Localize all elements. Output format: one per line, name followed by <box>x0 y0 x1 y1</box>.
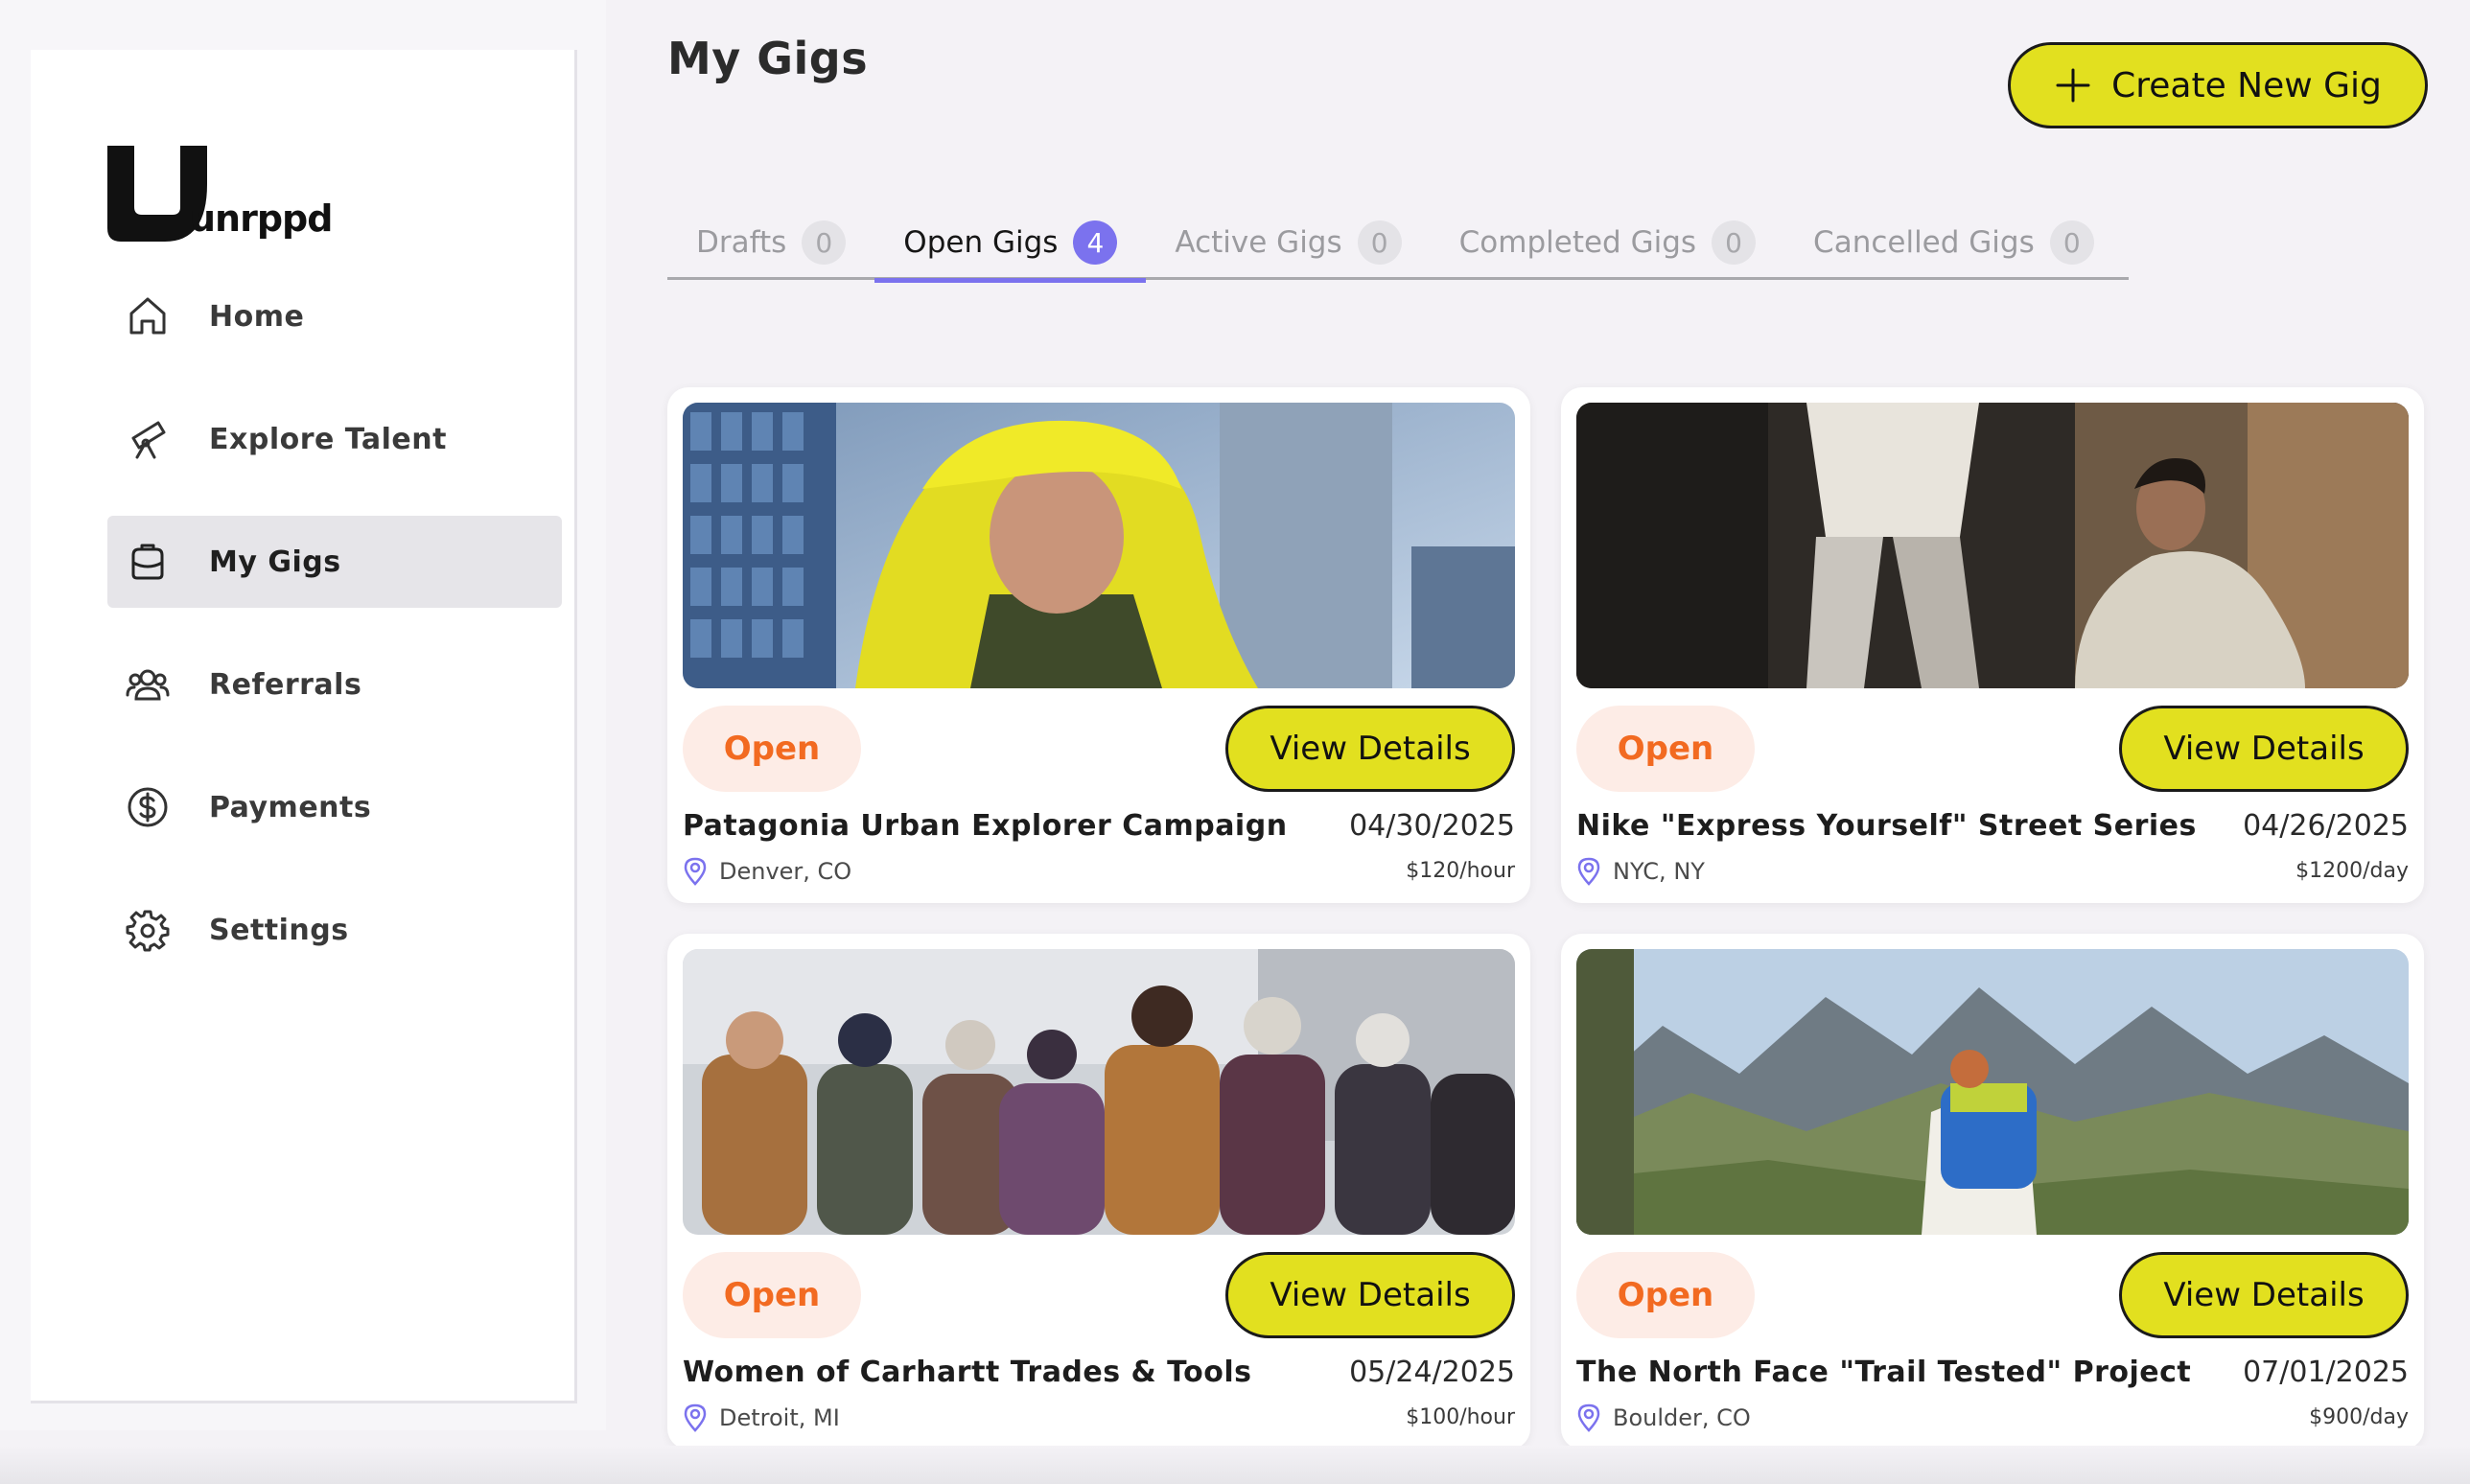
tab-completed-gigs[interactable]: Completed Gigs 0 <box>1431 205 1784 280</box>
brand-name: unrppd <box>190 197 333 240</box>
gear-icon <box>125 907 171 953</box>
view-details-button[interactable]: View Details <box>2119 706 2409 792</box>
gig-card[interactable]: Open View Details Patagonia Urban Explor… <box>667 387 1530 903</box>
sidebar-item-my-gigs[interactable]: My Gigs <box>107 516 562 608</box>
location-pin-icon <box>1577 857 1600 886</box>
gig-location-text: Boulder, CO <box>1613 1404 1751 1431</box>
gig-location-text: Detroit, MI <box>719 1404 840 1431</box>
sidebar-item-label: Home <box>209 299 305 334</box>
tab-open-gigs[interactable]: Open Gigs 4 <box>874 205 1147 283</box>
tab-label: Cancelled Gigs <box>1813 225 2035 260</box>
sidebar-item-label: Explore Talent <box>209 422 447 456</box>
sidebar-item-home[interactable]: Home <box>107 270 562 362</box>
create-new-gig-button[interactable]: Create New Gig <box>2008 42 2428 128</box>
status-badge: Open <box>683 1252 861 1338</box>
gig-location-text: Denver, CO <box>719 858 852 885</box>
gig-image <box>683 403 1515 688</box>
gig-date: 05/24/2025 <box>1349 1356 1515 1389</box>
gig-location: Detroit, MI <box>683 1403 840 1432</box>
sidebar-nav: Home Explore Talent My Gigs Referrals Pa… <box>107 270 562 1007</box>
gig-rate: $120/hour <box>1406 859 1515 883</box>
gig-location: Boulder, CO <box>1576 1403 1751 1432</box>
sidebar-item-label: Payments <box>209 790 372 824</box>
sidebar: unrppd Home Explore Talent My Gigs Refer… <box>31 50 577 1403</box>
telescope-icon <box>125 416 171 462</box>
tab-count-badge: 0 <box>2049 220 2094 265</box>
gig-location-text: NYC, NY <box>1613 858 1705 885</box>
create-new-gig-label: Create New Gig <box>2111 65 2382 105</box>
home-icon <box>125 293 171 339</box>
sidebar-item-label: Settings <box>209 913 349 947</box>
location-pin-icon <box>1577 1403 1600 1432</box>
sidebar-item-label: Referrals <box>209 667 362 702</box>
bottom-shadow <box>0 1446 2470 1484</box>
tab-count-badge: 0 <box>1357 220 1402 265</box>
status-badge: Open <box>1576 1252 1755 1338</box>
gig-date: 04/30/2025 <box>1349 809 1515 843</box>
dollar-circle-icon <box>125 784 171 830</box>
location-pin-icon <box>684 857 707 886</box>
tab-active-gigs[interactable]: Active Gigs 0 <box>1146 205 1430 280</box>
view-details-button[interactable]: View Details <box>1225 1252 1515 1338</box>
tab-cancelled-gigs[interactable]: Cancelled Gigs 0 <box>1784 205 2123 280</box>
status-badge: Open <box>683 706 861 792</box>
gig-date: 04/26/2025 <box>2243 809 2409 843</box>
gig-date: 07/01/2025 <box>2243 1356 2409 1389</box>
gig-card[interactable]: Open View Details Women of Carhartt Trad… <box>667 934 1530 1449</box>
tab-drafts[interactable]: Drafts 0 <box>667 205 874 280</box>
sidebar-item-explore-talent[interactable]: Explore Talent <box>107 393 562 485</box>
brand-logo[interactable]: unrppd <box>107 146 338 251</box>
status-badge: Open <box>1576 706 1755 792</box>
gig-rate: $1200/day <box>2295 859 2409 883</box>
tab-count-badge: 0 <box>1712 220 1757 265</box>
sidebar-item-referrals[interactable]: Referrals <box>107 638 562 730</box>
sidebar-item-payments[interactable]: Payments <box>107 761 562 853</box>
view-details-button[interactable]: View Details <box>2119 1252 2409 1338</box>
plus-icon <box>2056 68 2090 103</box>
gig-image <box>1576 949 2409 1235</box>
sidebar-item-label: My Gigs <box>209 545 341 579</box>
tab-count-badge: 4 <box>1073 220 1118 265</box>
gig-title: The North Face "Trail Tested" Project <box>1576 1356 2192 1389</box>
gig-image <box>1576 403 2409 688</box>
gig-title: Nike "Express Yourself" Street Series <box>1576 809 2197 843</box>
tab-label: Open Gigs <box>903 225 1059 260</box>
gig-location: Denver, CO <box>683 857 851 886</box>
gig-card[interactable]: Open View Details Nike "Express Yourself… <box>1561 387 2424 903</box>
gig-rate: $100/hour <box>1406 1405 1515 1429</box>
tab-label: Completed Gigs <box>1458 225 1697 260</box>
tab-label: Drafts <box>696 225 787 260</box>
gig-image <box>683 949 1515 1235</box>
gig-rate: $900/day <box>2309 1405 2409 1429</box>
gig-title: Women of Carhartt Trades & Tools <box>683 1356 1252 1389</box>
location-pin-icon <box>684 1403 707 1432</box>
tab-label: Active Gigs <box>1175 225 1342 260</box>
gig-tabs: Drafts 0 Open Gigs 4 Active Gigs 0 Compl… <box>667 205 2129 283</box>
users-icon <box>125 661 171 707</box>
sidebar-item-settings[interactable]: Settings <box>107 884 562 976</box>
gig-title: Patagonia Urban Explorer Campaign <box>683 809 1288 843</box>
tab-count-badge: 0 <box>802 220 847 265</box>
view-details-button[interactable]: View Details <box>1225 706 1515 792</box>
gig-card[interactable]: Open View Details The North Face "Trail … <box>1561 934 2424 1449</box>
gig-location: NYC, NY <box>1576 857 1705 886</box>
briefcase-icon <box>125 539 171 585</box>
page-title: My Gigs <box>667 33 869 84</box>
